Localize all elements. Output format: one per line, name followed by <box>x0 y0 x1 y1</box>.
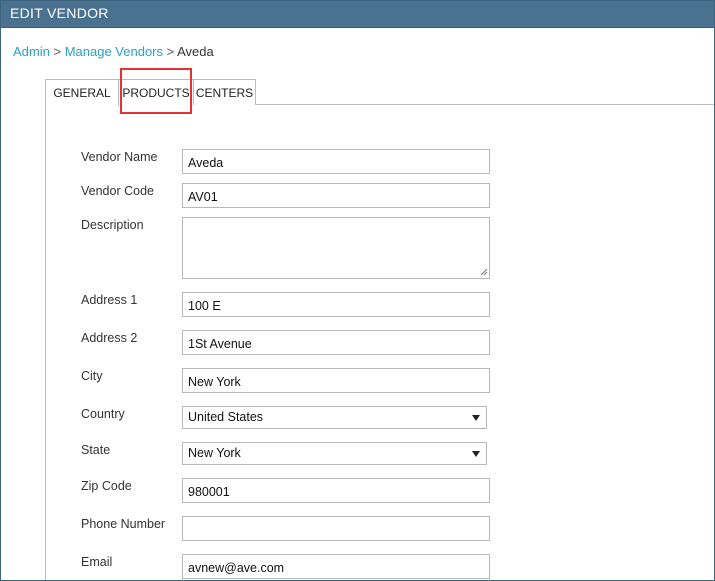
country-label: Country <box>81 407 125 421</box>
breadcrumb: Admin > Manage Vendors > Aveda <box>13 44 214 59</box>
breadcrumb-separator: > <box>53 44 62 59</box>
description-textarea[interactable] <box>182 217 490 279</box>
tab-general[interactable]: GENERAL <box>45 79 119 106</box>
breadcrumb-separator: > <box>166 44 175 59</box>
chevron-down-icon <box>472 415 480 421</box>
window-title: EDIT VENDOR <box>1 1 714 28</box>
resize-grip-icon[interactable] <box>480 268 488 276</box>
email-field[interactable] <box>182 554 490 579</box>
panel-border <box>45 105 46 580</box>
breadcrumb-admin-link[interactable]: Admin <box>13 44 50 59</box>
city-label: City <box>81 369 103 383</box>
breadcrumb-manage-vendors-link[interactable]: Manage Vendors <box>65 44 163 59</box>
address1-field[interactable] <box>182 292 490 317</box>
country-select-value: United States <box>188 410 264 424</box>
chevron-down-icon <box>472 451 480 457</box>
country-select[interactable]: United States <box>182 406 487 429</box>
state-select[interactable]: New York <box>182 442 487 465</box>
tab-products[interactable]: PRODUCTS <box>119 79 193 105</box>
state-select-value: New York <box>188 446 241 460</box>
description-label: Description <box>81 218 144 232</box>
address2-label: Address 2 <box>81 331 138 345</box>
zip-field[interactable] <box>182 478 490 503</box>
vendor-code-field[interactable] <box>182 183 490 208</box>
address1-label: Address 1 <box>81 293 138 307</box>
address2-field[interactable] <box>182 330 490 355</box>
edit-vendor-window: EDIT VENDOR Admin > Manage Vendors > Ave… <box>0 0 715 581</box>
vendor-name-field[interactable] <box>182 149 490 174</box>
vendor-code-label: Vendor Code <box>81 184 154 198</box>
city-field[interactable] <box>182 368 490 393</box>
vendor-name-label: Vendor Name <box>81 150 158 164</box>
breadcrumb-current: Aveda <box>177 44 214 59</box>
email-label: Email <box>81 555 113 569</box>
tab-centers[interactable]: CENTERS <box>193 79 256 105</box>
phone-label: Phone Number <box>81 517 166 531</box>
zip-label: Zip Code <box>81 479 132 493</box>
state-label: State <box>81 443 111 457</box>
phone-field[interactable] <box>182 516 490 541</box>
